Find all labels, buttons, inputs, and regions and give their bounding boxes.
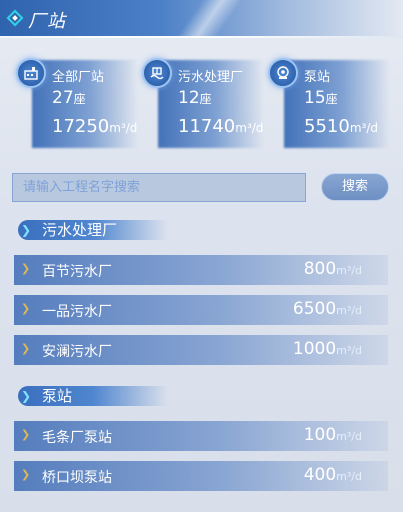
section-heading-pump: ❯ 泵站 <box>12 384 172 408</box>
header-decoration <box>177 0 243 36</box>
list-item[interactable]: ❯ 毛条厂泵站 100m³/d <box>14 421 388 451</box>
chevron-right-icon: ❯ <box>21 468 31 481</box>
section-heading-treatment: ❯ 污水处理厂 <box>12 218 172 242</box>
panel-header: 厂站 <box>0 0 403 38</box>
stat-card-treatment[interactable]: 污水处理厂 12座 11740m³/d <box>140 56 264 148</box>
double-chevron-icon: ❯ <box>20 223 32 237</box>
search-input[interactable] <box>12 173 306 202</box>
stat-count: 27座 <box>52 88 86 108</box>
item-value: 800m³/d <box>303 259 362 279</box>
stat-capacity: 17250m³/d <box>52 116 138 137</box>
item-value: 6500m³/d <box>292 299 362 319</box>
section-background <box>18 386 168 406</box>
chevron-right-icon: ❯ <box>21 302 31 315</box>
item-name: 桥口坝泵站 <box>42 470 112 486</box>
list-item[interactable]: ❯ 百节污水厂 800m³/d <box>14 255 388 285</box>
section-title: 泵站 <box>42 387 73 405</box>
list-item[interactable]: ❯ 一品污水厂 6500m³/d <box>14 295 388 325</box>
chevron-right-icon: ❯ <box>21 262 31 275</box>
stat-name: 污水处理厂 <box>178 70 244 85</box>
item-name: 毛条厂泵站 <box>42 430 112 446</box>
treatment-plant-icon <box>142 58 172 88</box>
chevron-right-icon: ❯ <box>21 428 31 441</box>
double-chevron-icon: ❯ <box>20 389 32 403</box>
pump-icon <box>268 58 298 88</box>
stat-name: 全部厂站 <box>52 70 105 85</box>
chevron-right-icon: ❯ <box>21 342 31 355</box>
stat-capacity: 5510m³/d <box>304 116 378 137</box>
stat-count: 12座 <box>178 88 212 108</box>
stat-capacity: 11740m³/d <box>178 116 264 137</box>
stat-count: 15座 <box>304 88 338 108</box>
item-name: 一品污水厂 <box>42 304 112 320</box>
stat-name: 泵站 <box>304 70 331 85</box>
item-value: 1000m³/d <box>292 339 362 359</box>
list-item[interactable]: ❯ 桥口坝泵站 400m³/d <box>14 461 388 491</box>
item-name: 百节污水厂 <box>42 264 112 280</box>
factory-icon <box>16 58 46 88</box>
stat-card-pump[interactable]: 泵站 15座 5510m³/d <box>266 56 388 148</box>
diamond-icon <box>6 9 24 27</box>
panel-title: 厂站 <box>28 11 66 32</box>
item-value: 100m³/d <box>303 425 362 445</box>
section-title: 污水处理厂 <box>42 221 118 239</box>
item-name: 安澜污水厂 <box>42 344 112 360</box>
list-item[interactable]: ❯ 安澜污水厂 1000m³/d <box>14 335 388 365</box>
stat-card-all[interactable]: 全部厂站 27座 17250m³/d <box>14 56 138 148</box>
item-value: 400m³/d <box>303 465 362 485</box>
search-button[interactable]: 搜索 <box>321 173 389 201</box>
